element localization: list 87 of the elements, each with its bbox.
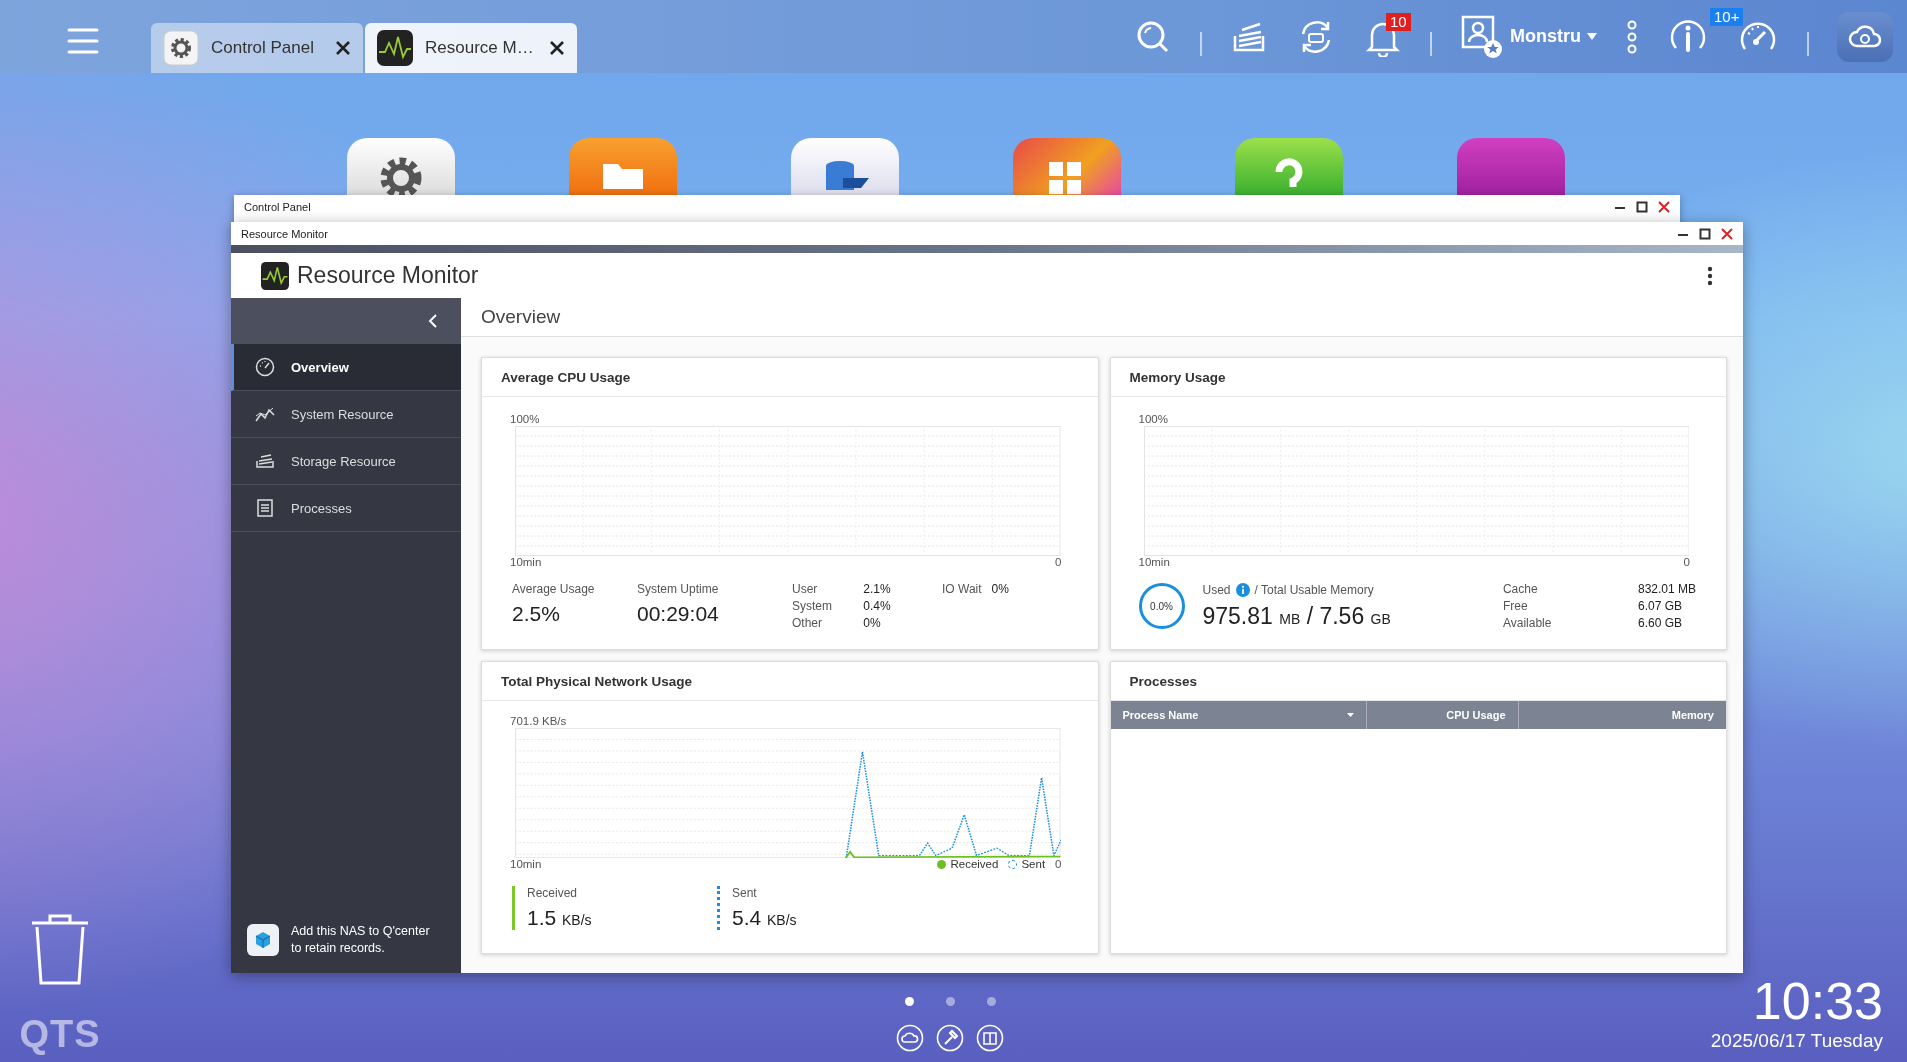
cloud-icon[interactable]	[896, 1024, 925, 1052]
database-app-icon[interactable]	[791, 138, 899, 195]
card-title: Memory Usage	[1110, 358, 1726, 397]
axis-label: 701.9 KB/s	[510, 715, 568, 727]
column-header[interactable]: Memory	[1518, 701, 1726, 729]
stat-value: 0%	[863, 616, 882, 630]
stat-label: Average Usage	[512, 582, 596, 596]
qcenter-notice: Add this NAS to Q'center to retain records.	[291, 923, 430, 957]
gear-icon	[163, 30, 199, 66]
axis-label: 100%	[510, 413, 541, 425]
monitor-app-icon	[377, 30, 413, 66]
taskbar-tab[interactable]: Resource M…	[365, 23, 577, 73]
page-dot[interactable]	[904, 997, 914, 1006]
caret-icon	[1587, 32, 1597, 41]
stat-label: / Total Usable Memory	[1254, 582, 1374, 597]
stat-label: System	[792, 599, 833, 613]
axis-label: 10min	[510, 858, 542, 870]
axis-label: 100%	[1138, 413, 1169, 425]
column-header[interactable]: CPU Usage	[1366, 701, 1519, 729]
tools-icon[interactable]	[936, 1024, 965, 1052]
trash-icon[interactable]	[30, 913, 90, 987]
network-stat: Received 1.5 KB/s	[512, 886, 657, 930]
stat-value: 0.4%	[863, 599, 892, 613]
list-icon	[255, 498, 275, 518]
axis-label: 0	[1055, 556, 1062, 568]
maximize-icon[interactable]	[1636, 200, 1648, 213]
cloud-button[interactable]	[1837, 11, 1893, 62]
gauge-icon	[255, 357, 275, 377]
grid-app-icon[interactable]	[1013, 138, 1121, 195]
stat-label: Cache	[1502, 582, 1539, 596]
sidebar-item[interactable]: Overview	[231, 344, 461, 391]
user-icon	[1460, 13, 1504, 60]
page-dot[interactable]	[945, 997, 955, 1006]
qts-logo: QTS	[19, 1013, 101, 1056]
stat-label: System Uptime	[637, 582, 720, 596]
axis-label: 0	[1683, 556, 1690, 568]
stat-value: 6.07 GB	[1637, 599, 1683, 613]
notification-badge: 10	[1386, 12, 1411, 31]
folder-app-icon[interactable]	[569, 138, 677, 195]
axis-label: 10min	[1138, 556, 1170, 568]
cloud-icon	[1848, 23, 1882, 50]
column-header[interactable]: Process Name	[1110, 701, 1367, 729]
info-badge: 10+	[1710, 7, 1744, 26]
page-title: Overview	[481, 306, 561, 328]
stat-label: Other	[792, 616, 823, 630]
stat-label: Free	[1502, 599, 1529, 613]
maximize-icon[interactable]	[1699, 227, 1711, 240]
window-title: Control Panel	[244, 200, 312, 213]
stat-label: Used	[1202, 582, 1231, 597]
legend-label: Sent	[1021, 858, 1046, 870]
app-title: Resource Monitor	[297, 262, 480, 289]
axis-label: 10min	[510, 556, 542, 568]
window-title: Resource Monitor	[241, 227, 329, 240]
stat-value: 2.1%	[863, 582, 892, 596]
stat-label: User	[792, 582, 819, 596]
legend-dot	[937, 859, 947, 869]
gear-app-icon[interactable]	[347, 138, 455, 195]
stat-value: 0%	[991, 582, 1009, 596]
stat-label: IO Wait	[942, 582, 982, 596]
close-icon[interactable]	[549, 40, 565, 56]
network-stat: Sent 5.4 KB/s	[717, 886, 862, 930]
stat-value: 6.60 GB	[1637, 616, 1683, 630]
stat-value: 832.01 MB	[1637, 582, 1696, 596]
card-title: Total Physical Network Usage	[482, 662, 1098, 701]
taskbar-tab[interactable]: Control Panel	[151, 23, 363, 73]
memory-gauge: 0.0%	[1138, 583, 1185, 629]
axis-label: 0	[1055, 858, 1062, 870]
page-dot[interactable]	[986, 997, 996, 1006]
qcenter-icon	[247, 924, 279, 956]
monitor-app-icon	[261, 261, 289, 290]
clock-time: 10:33	[1752, 972, 1883, 1030]
sort-icon	[1346, 712, 1354, 718]
stat-value: 00:29:04	[637, 602, 720, 626]
more-icon[interactable]	[1707, 265, 1713, 286]
close-icon[interactable]	[335, 40, 351, 56]
book-icon[interactable]	[976, 1024, 1005, 1052]
card-title: Average CPU Usage	[482, 358, 1098, 397]
collapse-icon[interactable]	[427, 313, 439, 329]
info-icon[interactable]	[1235, 582, 1250, 597]
legend-label: Received	[950, 858, 999, 870]
media-app-icon[interactable]	[1457, 138, 1565, 195]
clock-date: 2025/06/17 Tuesday	[1710, 1030, 1883, 1052]
storage-icon	[255, 451, 275, 471]
memory-value: 975.81 MB / 7.56 GB	[1202, 602, 1391, 630]
stat-label: Available	[1502, 616, 1553, 630]
stat-value: 2.5%	[512, 602, 561, 626]
help-app-icon[interactable]	[1235, 138, 1343, 195]
